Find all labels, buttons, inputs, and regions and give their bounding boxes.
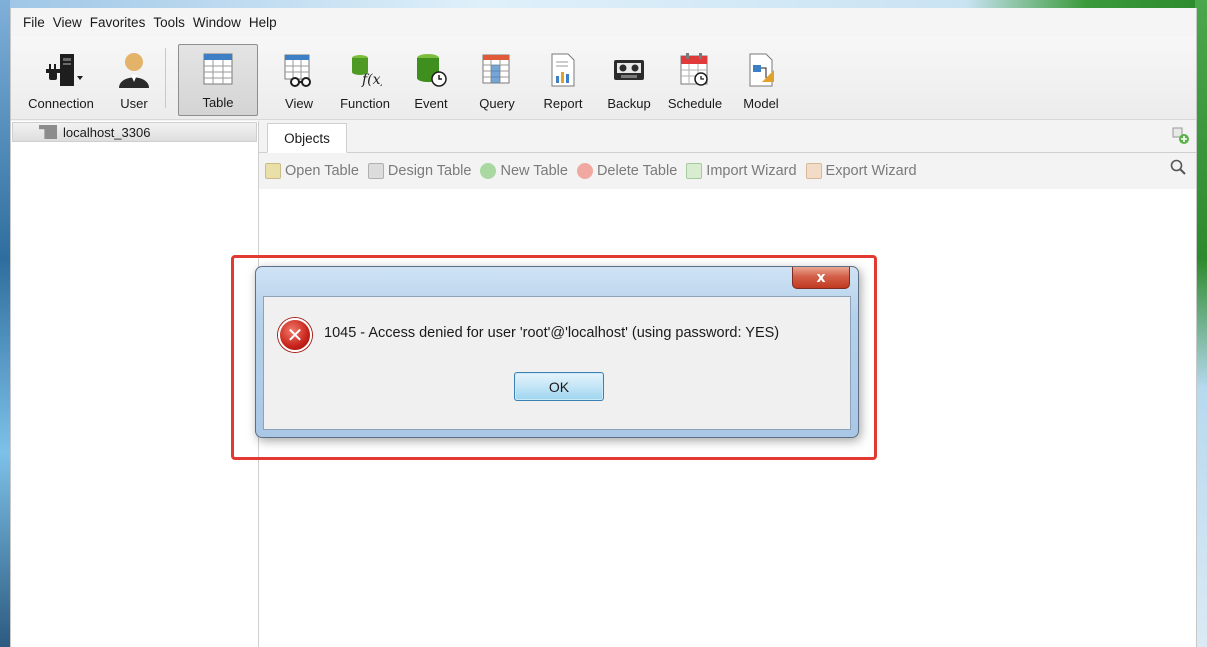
new-table-label: New Table [500, 163, 568, 179]
delete-table-label: Delete Table [596, 163, 678, 179]
view-label: View [285, 96, 313, 111]
view-button[interactable]: View [266, 44, 332, 116]
export-wizard-button[interactable]: Export Wizard [805, 163, 917, 179]
ok-button-label: OK [548, 378, 570, 395]
query-button[interactable]: Query [464, 44, 530, 116]
export-wizard-icon [805, 163, 822, 179]
delete-table-icon [576, 163, 593, 179]
dialog-content: ✕ 1045 - Access denied for user 'root'@'… [263, 296, 851, 430]
event-label: Event [414, 96, 448, 111]
model-icon [744, 52, 778, 88]
schedule-button[interactable]: Schedule [662, 44, 728, 116]
table-icon [201, 51, 235, 87]
backup-button[interactable]: Backup [596, 44, 662, 116]
backup-icon [612, 52, 646, 88]
main-toolbar: Connection User Table View f(x Function … [11, 36, 1196, 120]
import-wizard-label: Import Wizard [706, 163, 797, 179]
menu-window[interactable]: Window [189, 15, 245, 30]
function-label: Function [340, 96, 390, 111]
tab-objects[interactable]: Objects [267, 123, 347, 153]
report-label: Report [543, 96, 583, 111]
user-icon [117, 52, 151, 88]
error-icon: ✕ [278, 318, 312, 352]
menu-bar: File View Favorites Tools Window Help [11, 8, 1196, 36]
design-table-button[interactable]: Design Table [367, 163, 472, 179]
tab-bar: Objects [259, 121, 1196, 153]
search-icon[interactable] [1170, 159, 1186, 175]
sidebar-item-connection[interactable]: localhost_3306 [12, 122, 257, 142]
ok-button[interactable]: OK [514, 372, 604, 401]
desktop-background-top [0, 0, 1207, 8]
new-tab-icon[interactable] [1172, 127, 1190, 145]
dialog-close-button[interactable]: x [792, 267, 850, 289]
user-label: User [120, 96, 148, 111]
backup-label: Backup [607, 96, 651, 111]
query-icon [480, 52, 514, 88]
close-icon: x [816, 269, 826, 286]
menu-help[interactable]: Help [245, 15, 281, 30]
open-table-icon [265, 163, 281, 179]
delete-table-button[interactable]: Delete Table [576, 163, 678, 179]
error-message: 1045 - Access denied for user 'root'@'lo… [324, 325, 780, 341]
connection-name: localhost_3306 [63, 124, 151, 140]
design-table-icon [367, 163, 384, 179]
model-label: Model [743, 96, 779, 111]
error-dialog: x ✕ 1045 - Access denied for user 'root'… [255, 266, 859, 438]
desktop-background-left [0, 0, 10, 647]
database-connection-icon [39, 125, 57, 139]
export-wizard-label: Export Wizard [825, 163, 917, 179]
connection-sidebar: localhost_3306 [11, 121, 259, 647]
user-button[interactable]: User [103, 44, 165, 116]
menu-view[interactable]: View [49, 15, 86, 30]
query-label: Query [479, 96, 515, 111]
schedule-label: Schedule [667, 96, 723, 111]
function-button[interactable]: f(x) Function [332, 44, 398, 116]
menu-tools[interactable]: Tools [149, 15, 189, 30]
menu-file[interactable]: File [19, 15, 49, 30]
open-table-label: Open Table [285, 163, 359, 179]
import-wizard-icon [686, 163, 703, 179]
table-button[interactable]: Table [178, 44, 258, 116]
table-label: Table [202, 95, 234, 110]
svg-text:f(x): f(x) [361, 72, 382, 88]
connection-label: Connection [28, 96, 94, 111]
event-button[interactable]: Event [398, 44, 464, 116]
new-table-icon [480, 163, 497, 179]
new-table-button[interactable]: New Table [480, 163, 568, 179]
report-button[interactable]: Report [530, 44, 596, 116]
menu-favorites[interactable]: Favorites [86, 15, 150, 30]
schedule-icon [678, 52, 712, 88]
connection-button[interactable]: Connection [19, 44, 103, 116]
design-table-label: Design Table [387, 163, 472, 179]
import-wizard-button[interactable]: Import Wizard [686, 163, 797, 179]
view-icon [282, 52, 316, 88]
report-icon [546, 52, 580, 88]
tab-objects-label: Objects [284, 130, 330, 146]
function-icon: f(x) [348, 52, 386, 88]
open-table-button[interactable]: Open Table [265, 163, 359, 179]
model-button[interactable]: Model [728, 44, 794, 116]
connection-icon [44, 52, 83, 88]
object-actions-bar: Open Table Design Table New Table Delete… [259, 153, 1196, 189]
event-icon [414, 52, 448, 88]
toolbar-separator [165, 48, 166, 108]
